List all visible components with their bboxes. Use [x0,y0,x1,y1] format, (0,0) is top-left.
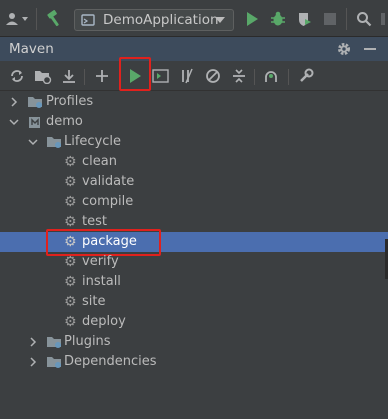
minimize-icon[interactable] [362,41,378,57]
goal-label: compile [82,194,134,209]
gear-icon: ⚙ [64,314,77,330]
execute-goal-icon[interactable] [152,67,170,85]
goal-label: verify [82,254,119,269]
maven-module-icon [29,117,40,128]
maven-projects-tree: Profiles demo Lifecycle ⚙ clean ⚙ valida… [0,91,388,419]
goal-label: site [82,294,106,309]
lifecycle-goal-validate[interactable]: ⚙ validate [0,172,388,192]
gear-icon: ⚙ [64,194,77,210]
lifecycle-goal-deploy[interactable]: ⚙ deploy [0,312,388,332]
run-configuration-select[interactable]: DemoApplication [74,9,234,31]
gear-icon: ⚙ [64,174,77,190]
lifecycle-goal-compile[interactable]: ⚙ compile [0,192,388,212]
gear-icon[interactable] [336,41,352,57]
tree-item-demo-project[interactable]: demo [0,112,388,132]
dependencies-folder-icon [47,357,61,368]
maven-toolbar [0,57,388,91]
tree-item-label: Profiles [46,94,94,109]
user-dropdown-icon[interactable] [4,9,32,29]
search-icon[interactable] [354,9,374,29]
app-config-icon [81,14,95,26]
toggle-offline-icon[interactable] [178,67,196,85]
add-icon[interactable] [93,67,111,85]
stop-icon[interactable] [320,9,340,29]
chevron-down-icon[interactable] [9,117,19,127]
lifecycle-folder-icon [47,137,61,148]
goal-label: deploy [82,314,126,329]
goal-label: install [82,274,121,289]
tree-item-label: demo [46,114,83,129]
collapse-all-icon[interactable] [230,67,248,85]
reload-folder-icon[interactable] [34,67,52,85]
tool-window-title: Maven [9,41,54,57]
tree-item-dependencies[interactable]: Dependencies [0,352,388,372]
chevron-right-icon[interactable] [28,357,38,367]
run-config-label: DemoApplication [103,12,219,28]
toolbar-separator [84,69,85,85]
maven-tool-window-header: Maven [0,37,388,61]
run-maven-build-icon[interactable] [126,67,144,85]
tree-item-label: Dependencies [64,354,157,369]
chevron-down-icon [215,17,225,23]
tree-item-label: Lifecycle [64,134,122,149]
debug-icon[interactable] [268,9,288,29]
profiles-folder-icon [28,97,42,108]
reload-icon[interactable] [8,67,26,85]
lifecycle-goal-clean[interactable]: ⚙ clean [0,152,388,172]
gear-icon: ⚙ [64,214,77,230]
overflow-icon[interactable] [378,9,388,29]
lifecycle-goal-install[interactable]: ⚙ install [0,272,388,292]
tree-item-profiles[interactable]: Profiles [0,92,388,112]
hammer-icon[interactable] [44,9,64,29]
run-icon[interactable] [242,9,262,29]
settings-wrench-icon[interactable] [297,67,315,85]
gear-icon: ⚙ [64,154,77,170]
toolbar-separator [254,69,255,85]
toolbar-separator [346,8,347,30]
plugins-folder-icon [47,337,61,348]
tree-item-lifecycle[interactable]: Lifecycle [0,132,388,152]
chevron-right-icon[interactable] [28,337,38,347]
skip-tests-icon[interactable] [204,67,222,85]
tree-item-plugins[interactable]: Plugins [0,332,388,352]
chevron-down-icon[interactable] [28,137,38,147]
goal-label: clean [82,154,117,169]
run-toolbar: DemoApplication [0,0,388,37]
gear-icon: ⚙ [64,274,77,290]
goal-label: test [82,214,107,229]
chevron-right-icon[interactable] [9,97,19,107]
lifecycle-goal-verify[interactable]: ⚙ verify [0,252,388,272]
toolbar-separator [36,8,37,30]
show-dependencies-icon[interactable] [262,67,280,85]
toolbar-separator [288,69,289,85]
tree-item-label: Plugins [64,334,111,349]
goal-label: validate [82,174,135,189]
gear-icon: ⚙ [64,294,77,310]
gear-icon: ⚙ [64,254,77,270]
coverage-icon[interactable] [294,9,314,29]
download-icon[interactable] [60,67,78,85]
lifecycle-goal-site[interactable]: ⚙ site [0,292,388,312]
